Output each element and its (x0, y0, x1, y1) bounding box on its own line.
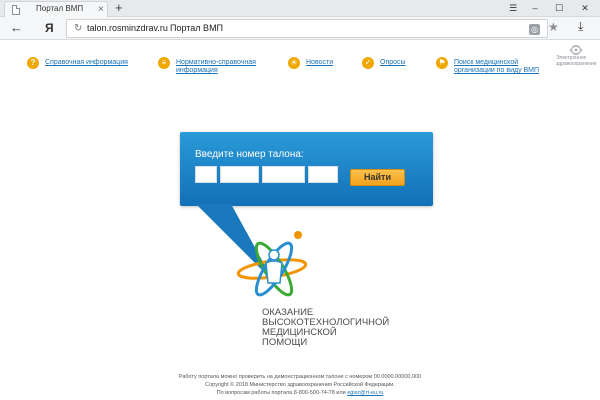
nav-label-line: Опросы (380, 59, 406, 66)
nav-label[interactable]: Справочная информация (45, 59, 128, 67)
nav-item-reference[interactable]: ? Справочная информация (27, 57, 128, 69)
tab-close-icon[interactable]: × (98, 2, 104, 17)
tab-title: Портал ВМП (36, 4, 84, 13)
nav-label-line: информация (176, 67, 218, 74)
maximize-icon[interactable]: ☐ (548, 0, 570, 17)
project-title: ОКАЗАНИЕ ВЫСОКОТЕХНОЛОГИЧНОЙ МЕДИЦИНСКОЙ… (262, 308, 412, 348)
talon-field-1[interactable] (195, 166, 217, 183)
page-icon (12, 5, 20, 15)
document-icon: ≡ (158, 57, 170, 69)
protect-icon[interactable]: ◎ (529, 24, 540, 35)
search-title: Введите номер талона: (195, 149, 304, 160)
nav-label[interactable]: Поиск медицинской организации по виду ВМ… (454, 59, 539, 75)
talon-field-3[interactable] (262, 166, 305, 183)
download-icon[interactable]: ⤓ (578, 18, 583, 34)
page-content: Электронное здравоохранение ? Справочная… (0, 41, 600, 400)
nav-item-news[interactable]: ☀ Новости (288, 57, 333, 69)
nav-label[interactable]: Новости (306, 59, 333, 67)
nav-label-line: Нормативно-справочная (176, 59, 256, 66)
nav-label-line: Справочная информация (45, 59, 128, 66)
browser-toolbar: ← Я ↻ talon.rosminzdrav.ru Портал ВМП ◎ (0, 17, 600, 40)
minimize-icon[interactable]: – (524, 0, 546, 17)
yandex-logo-icon[interactable]: Я (45, 20, 54, 36)
brand-line-2: здравоохранение (556, 61, 597, 67)
nav-item-search-org[interactable]: ⚑ Поиск медицинской организации по виду … (436, 57, 539, 75)
close-window-icon[interactable]: ✕ (574, 0, 596, 17)
find-button[interactable]: Найти (350, 169, 405, 186)
talon-field-4[interactable] (308, 166, 338, 183)
url-domain: talon.rosminzdrav.ru (87, 23, 168, 33)
bookmark-star-icon[interactable]: ★ (548, 19, 559, 35)
nav-label-line: Новости (306, 59, 334, 66)
url-page-title: Портал ВМП (170, 23, 224, 33)
menu-icon[interactable]: ☰ (502, 0, 524, 17)
new-tab-icon[interactable]: + (115, 0, 123, 16)
footer-email-link[interactable]: egisz@rt-eu.ru (347, 390, 383, 396)
talon-field-2[interactable] (220, 166, 259, 183)
question-icon: ? (27, 57, 39, 69)
browser-tab-bar: Портал ВМП × + ☰ – ☐ ✕ (0, 0, 600, 17)
project-title-line: ПОМОЩИ (262, 337, 308, 348)
talon-search-panel: Введите номер талона: Найти (180, 132, 433, 206)
e-health-logo[interactable]: Электронное здравоохранение (556, 43, 597, 71)
e-health-logo-text: Электронное здравоохранение (556, 55, 597, 67)
footer-phone: По вопросам работы портала 8-800-500-74-… (216, 390, 346, 396)
footer: Работу портала можно проверить на демонс… (120, 373, 480, 397)
browser-tab[interactable]: Портал ВМП × (4, 1, 108, 17)
chat-icon: ✓ (362, 57, 374, 69)
news-icon: ☀ (288, 57, 300, 69)
nav-label-line: Поиск медицинской (454, 59, 519, 66)
nav-item-normative[interactable]: ≡ Нормативно-справочная информация (158, 57, 256, 75)
vmp-mascot-icon (236, 231, 308, 297)
map-icon: ⚑ (436, 57, 448, 69)
back-arrow-icon[interactable]: ← (10, 20, 23, 36)
nav-label[interactable]: Опросы (380, 59, 406, 67)
footer-copyright: Copyright © 2018 Министерство здравоохра… (205, 382, 395, 388)
nav-label-line: организации по виду ВМП (454, 67, 540, 74)
address-bar[interactable]: ↻ talon.rosminzdrav.ru Портал ВМП ◎ (66, 19, 548, 38)
nav-item-polls[interactable]: ✓ Опросы (362, 57, 406, 69)
nav-label[interactable]: Нормативно-справочная информация (176, 59, 256, 75)
footer-contact: По вопросам работы портала 8-800-500-74-… (120, 389, 480, 397)
reload-icon[interactable]: ↻ (74, 21, 82, 37)
footer-demo-note: Работу портала можно проверить на демонс… (178, 374, 422, 380)
